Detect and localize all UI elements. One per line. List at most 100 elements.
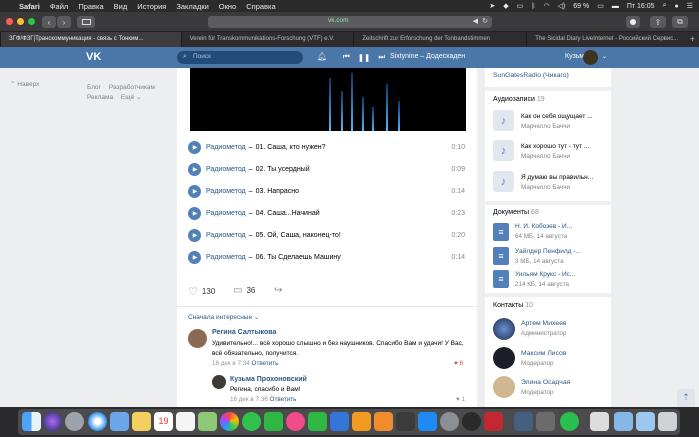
reload-icon[interactable]: ↻ xyxy=(482,17,488,25)
calendar-icon[interactable]: 19 xyxy=(154,412,173,431)
play-icon[interactable]: ▶ xyxy=(188,206,201,220)
preview-icon[interactable] xyxy=(590,412,609,431)
keynote-icon[interactable] xyxy=(330,412,349,431)
minimize-window-button[interactable] xyxy=(17,18,24,25)
comments-sort-dropdown[interactable]: Сначала интересные ⌄ xyxy=(188,313,259,321)
siri-icon[interactable] xyxy=(43,412,62,431)
contact-avatar[interactable] xyxy=(493,376,515,398)
contact-name[interactable]: Максим Лисов xyxy=(521,350,566,357)
music-note-icon[interactable]: ♪ xyxy=(493,110,514,131)
music-note-icon[interactable]: ♪ xyxy=(493,171,514,192)
chevron-down-icon[interactable]: ⌄ xyxy=(602,53,607,60)
document-title[interactable]: Уайлдер Пенфилд -... xyxy=(515,248,607,255)
menu-view[interactable]: Вид xyxy=(114,2,128,11)
scroll-to-top-link[interactable]: ⌃ Наверх xyxy=(10,80,39,88)
screen-sharing-icon[interactable] xyxy=(514,412,533,431)
tab-tonband[interactable]: Zeitschrift zur Erforschung der Tonbands… xyxy=(353,32,526,47)
tab-liveinternet[interactable]: The Sicidal Diary LiveInternet - Российс… xyxy=(526,32,699,47)
pages-icon[interactable] xyxy=(352,412,371,431)
reeder-icon[interactable] xyxy=(396,412,415,431)
comment-button[interactable]: ▭ 36 xyxy=(233,285,255,296)
comment-author[interactable]: Кузьма Прохоновский xyxy=(230,376,307,383)
menu-bookmarks[interactable]: Закладки xyxy=(176,2,208,11)
address-bar[interactable]: vk.com ↻ ◀ xyxy=(208,16,492,28)
audio-header[interactable]: Аудиозаписи 19 xyxy=(493,96,545,103)
close-window-button[interactable] xyxy=(6,18,13,25)
audio-track-row[interactable]: ▶ Радиометод – 01. Саша, кто нужен? 0:10 xyxy=(188,139,468,155)
audio-title[interactable]: Как он себя ощущает ... xyxy=(521,113,609,120)
play-icon[interactable]: ▶ xyxy=(188,184,201,198)
photos-icon[interactable] xyxy=(220,412,239,431)
facetime-icon[interactable] xyxy=(264,412,283,431)
sidebar-toggle-button[interactable] xyxy=(77,16,95,28)
menu-file[interactable]: Файл xyxy=(50,2,68,11)
comment-like[interactable]: ♥ 1 xyxy=(456,396,465,403)
zoom-window-button[interactable] xyxy=(28,18,35,25)
tabs-overview-button[interactable]: ⧉ xyxy=(672,16,688,28)
safari-icon[interactable] xyxy=(88,412,107,431)
comment-author-avatar[interactable] xyxy=(212,375,226,389)
comment-author[interactable]: Регина Салтыкова xyxy=(212,329,276,336)
forward-button[interactable]: › xyxy=(57,16,71,28)
now-playing-title[interactable]: Sixtynine – Додескаден xyxy=(390,53,465,60)
share-button[interactable]: ⇪ xyxy=(650,16,666,28)
dropbox-icon[interactable]: ◆ xyxy=(503,2,508,10)
numbers-icon[interactable] xyxy=(308,412,327,431)
contact-avatar[interactable] xyxy=(493,347,515,369)
contact-name[interactable]: Артем Михеев xyxy=(521,320,567,327)
group-link[interactable]: SunGatesRadio (Чикаго) xyxy=(493,72,569,79)
menu-history[interactable]: История xyxy=(137,2,166,11)
quicktime-icon[interactable] xyxy=(462,412,481,431)
downloads-folder-icon[interactable] xyxy=(636,412,655,431)
image-capture-icon[interactable] xyxy=(536,412,555,431)
audio-title[interactable]: Как хорошо тут - тут ... xyxy=(521,143,609,150)
back-button[interactable]: ‹ xyxy=(42,16,56,28)
search-icon[interactable]: ⌕ xyxy=(663,2,667,10)
audio-track-row[interactable]: ▶ Радиометод – 04. Саша...Начинай 0:23 xyxy=(188,205,468,221)
notifications-bell-icon[interactable]: 🔔︎ xyxy=(317,52,327,61)
document-icon[interactable]: ≡ xyxy=(493,247,509,265)
contact-name[interactable]: Элина Осадчая xyxy=(521,379,570,386)
document-icon[interactable]: ≡ xyxy=(493,270,509,288)
itunes-icon[interactable] xyxy=(286,412,305,431)
system-preferences-icon[interactable] xyxy=(440,412,459,431)
link-blog[interactable]: Блог xyxy=(87,84,101,91)
track-artist[interactable]: Радиометод xyxy=(206,188,246,195)
reader-icon[interactable]: ◀ xyxy=(473,17,478,25)
location-icon[interactable]: ➤ xyxy=(489,2,495,10)
document-title[interactable]: Уильям Крукс - Ис... xyxy=(515,271,607,278)
audio-artist[interactable]: Марчелло Баччи xyxy=(521,123,570,130)
scroll-up-button[interactable]: ⇡ xyxy=(677,389,695,407)
messages-icon[interactable] xyxy=(242,412,261,431)
menu-help[interactable]: Справка xyxy=(246,2,275,11)
tab-zgf[interactable]: ЗГФ/ФЗГ|Транскоммуникация - связь с Тонк… xyxy=(0,32,181,47)
documents-folder-icon[interactable] xyxy=(614,412,633,431)
video-preview[interactable] xyxy=(190,68,466,131)
next-track-icon[interactable]: ⏭︎ xyxy=(378,52,385,62)
notification-center-icon[interactable]: ☰ xyxy=(687,2,693,10)
ibooks-icon[interactable] xyxy=(374,412,393,431)
new-tab-button[interactable]: + xyxy=(690,34,695,44)
audio-artist[interactable]: Марчелло Баччи xyxy=(521,184,570,191)
play-icon[interactable]: ▶ xyxy=(188,162,201,176)
comment-reply-link[interactable]: Ответить xyxy=(252,360,279,367)
bluetooth-icon[interactable]: ᛒ xyxy=(531,3,535,10)
user-avatar[interactable] xyxy=(583,50,598,65)
flag-icon[interactable]: ▬ xyxy=(612,3,619,10)
contacts-header[interactable]: Контакты 10 xyxy=(493,302,533,309)
comment-date[interactable]: 16 дек в 7:36 xyxy=(230,396,268,403)
maps-icon[interactable] xyxy=(198,412,217,431)
audio-track-row[interactable]: ▶ Радиометод – 03. Напрасно 0:14 xyxy=(188,183,468,199)
like-button[interactable]: ♡ 130 xyxy=(188,285,215,298)
search-input[interactable]: ⌕ Поиск xyxy=(177,51,303,64)
audio-artist[interactable]: Марчелло Баччи xyxy=(521,153,570,160)
track-artist[interactable]: Радиометод xyxy=(206,144,246,151)
audio-track-row[interactable]: ▶ Радиометод – 02. Ты усердный 0:09 xyxy=(188,161,468,177)
contact-avatar[interactable] xyxy=(493,318,515,340)
track-artist[interactable]: Радиометод xyxy=(206,166,246,173)
play-icon[interactable]: ▶ xyxy=(188,140,201,154)
pause-icon[interactable]: ❚❚ xyxy=(358,53,371,62)
tab-vtf[interactable]: Verein für Transkommunikations-Forschung… xyxy=(180,32,354,47)
volume-icon[interactable]: ◁) xyxy=(558,2,566,10)
link-ads[interactable]: Реклама xyxy=(87,94,113,101)
